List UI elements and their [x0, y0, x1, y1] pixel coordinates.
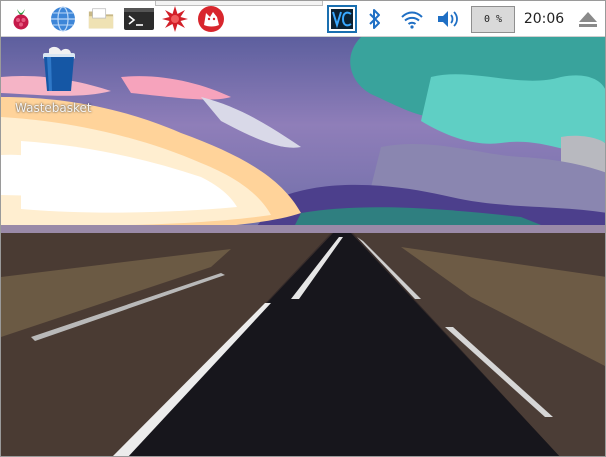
web-browser-launcher[interactable] [49, 5, 77, 33]
menu-button[interactable] [7, 5, 35, 33]
screen: Wastebasket 0 % 20:06 [0, 0, 606, 457]
desktop-icon-label: Wastebasket [15, 101, 92, 115]
wolfram-star-icon [162, 6, 188, 32]
vnc-tray-button[interactable] [326, 5, 358, 33]
wolfram-launcher[interactable] [161, 5, 189, 33]
bluetooth-icon [369, 9, 380, 29]
wastebasket-icon [43, 46, 75, 91]
volume-tray-button[interactable] [435, 5, 461, 33]
terminal-launcher[interactable] [123, 5, 155, 33]
cpu-usage-monitor[interactable]: 0 % [471, 6, 515, 33]
file-manager-folder-icon [88, 8, 114, 29]
wifi-tray-button[interactable] [399, 5, 425, 33]
terminal-icon [124, 8, 154, 30]
web-browser-globe-icon [51, 6, 75, 32]
taskbar: 0 % 20:06 [1, 1, 605, 37]
desktop[interactable]: Wastebasket [1, 37, 605, 456]
eject-tray-button[interactable] [575, 5, 601, 33]
raspberry-menu-icon [13, 9, 29, 30]
desktop-icon-wastebasket[interactable]: Wastebasket [15, 43, 111, 119]
bluetooth-tray-button[interactable] [364, 5, 386, 33]
volume-icon [438, 11, 458, 27]
vnc-icon [327, 5, 357, 33]
file-manager-launcher[interactable] [87, 5, 115, 33]
eject-icon [579, 12, 597, 27]
clock[interactable]: 20:06 [521, 9, 567, 29]
mathematica-wolf-icon [198, 6, 224, 32]
tooltip-strip [155, 1, 323, 6]
mathematica-launcher[interactable] [197, 5, 225, 33]
wifi-icon [401, 11, 423, 29]
